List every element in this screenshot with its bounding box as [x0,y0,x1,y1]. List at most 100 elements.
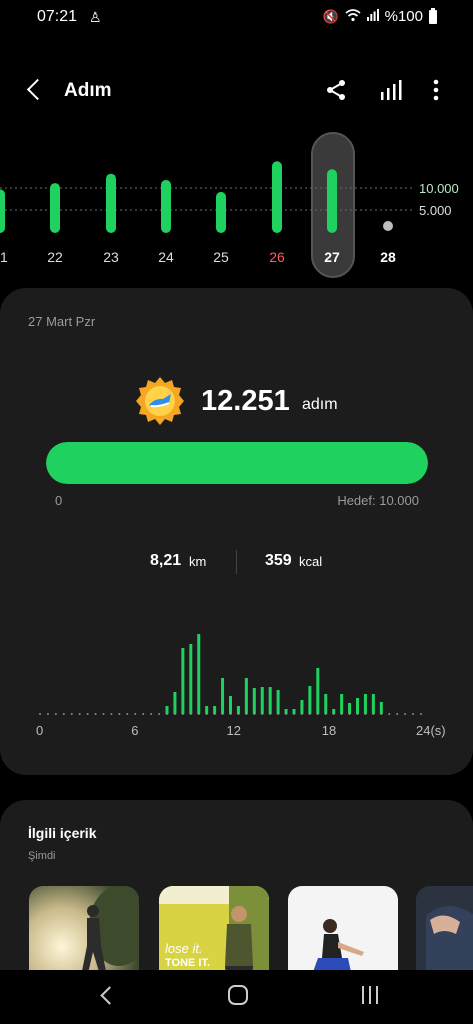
thumb-text-line-1: lose it. [165,941,203,956]
hour-bar [197,634,201,714]
goal-line-label-10000: 10.000 [419,181,459,196]
battery-percent: %100 [384,8,423,25]
status-icons: 🔇 %100 [322,7,437,25]
day-label-27[interactable]: 27 [317,249,347,265]
hour-bar [308,686,312,714]
hour-baseline-dot [150,713,153,715]
hour-bar [268,687,272,714]
hour-baseline-dot [46,713,49,715]
day-label-22[interactable]: 22 [40,249,70,265]
hour-baseline-dot [412,713,415,715]
day-bar-23[interactable] [106,173,116,233]
system-nav-bar [0,970,473,1024]
app-bar: Adım [0,66,473,116]
steps-unit: adım [302,396,338,413]
nav-back-icon[interactable] [96,984,120,1008]
calories-unit: kcal [299,554,323,569]
day-bar-22[interactable] [50,183,60,233]
hour-bar [371,694,375,714]
day-bar-24[interactable] [161,179,171,233]
hour-baseline-dot [158,713,161,715]
hour-baseline-dot [102,713,105,715]
hour-baseline-dot [70,713,73,715]
progress-min-label: 0 [55,493,63,508]
day-label-21[interactable]: 21 [0,249,15,265]
hour-baseline-dot [78,713,81,715]
mute-icon: 🔇 [322,8,339,24]
hour-bar [165,706,169,714]
hour-bar [332,709,336,714]
hour-baseline-dot [86,713,89,715]
hour-baseline-dot [420,713,422,715]
day-dot-28[interactable] [383,221,393,231]
hour-bar [324,694,328,714]
status-bar: 07:21 ♙ 🔇 %100 [0,0,473,36]
hour-bar [379,702,383,714]
distance-unit: km [189,554,207,569]
signal-icon [366,9,379,24]
hour-tick-label: 18 [321,723,337,738]
hour-bar [316,668,320,714]
related-title: İlgili içerik [28,825,97,841]
hour-tick-label: 24(s) [416,723,446,738]
distance-value: 8,21 [150,552,182,569]
goal-progress-bar [46,442,428,484]
hour-baseline-dot [388,713,391,715]
daily-summary-card: 27 Mart Pzr 12.251 adım 0 Hedef: 10.000 … [0,288,473,775]
goal-medal-icon [135,376,185,426]
hour-baseline-dot [94,713,97,715]
nav-home-icon[interactable] [228,985,248,1005]
hour-baseline-dot [126,713,129,715]
hour-bar [244,678,248,714]
hour-bar [284,709,288,714]
hour-bar [236,706,240,714]
hour-baseline-dot [118,713,121,715]
day-bar-26[interactable] [272,161,282,233]
nav-recents-icon[interactable] [360,986,382,1006]
hour-bar [348,703,352,714]
day-bar-25[interactable] [216,191,226,233]
hour-bar [300,700,304,714]
daily-steps-chart[interactable]: 10.000 5.000 21 22 23 24 25 26 27 28 [0,130,473,280]
hour-bar [221,678,225,714]
goal-progress-fill [46,442,428,484]
day-bar-27[interactable] [327,169,337,233]
hour-tick-label: 6 [131,723,139,738]
hour-bar [181,648,185,714]
summary-date: 27 Mart Pzr [28,314,96,329]
stat-divider [236,550,237,574]
hour-baseline-dot [396,713,399,715]
day-label-26[interactable]: 26 [262,249,292,265]
day-label-28[interactable]: 28 [373,249,403,265]
day-bar-21[interactable] [0,189,5,233]
hour-bar [229,696,232,714]
related-subtitle: Şimdi [28,850,56,862]
hourly-steps-chart [39,634,422,715]
hour-bar [292,709,296,714]
day-label-25[interactable]: 25 [206,249,236,265]
hour-bar [356,698,359,714]
thumb-text-line-2: TONE IT. [165,957,211,969]
battery-icon [429,7,437,24]
hour-bar [260,687,264,714]
share-icon[interactable] [322,76,350,104]
day-label-23[interactable]: 23 [96,249,126,265]
goal-line-label-5000: 5.000 [419,203,452,218]
steps-count: 12.251 [201,385,290,417]
wifi-icon [345,8,361,25]
stats-icon[interactable] [377,76,405,104]
hour-bar [173,692,177,714]
more-options-icon[interactable] [422,76,450,104]
hour-baseline-dot [134,713,137,715]
hour-bar [252,688,256,714]
hour-bar [213,706,217,714]
hour-baseline-dot [142,713,145,715]
hour-baseline-dot [62,713,65,715]
back-arrow-icon[interactable] [22,76,50,104]
calories-value: 359 [265,552,292,569]
hour-tick-label: 12 [226,723,241,738]
hour-baseline-dot [54,713,57,715]
hour-baseline-dot [110,713,113,715]
day-label-24[interactable]: 24 [151,249,181,265]
hour-bar [340,694,344,714]
